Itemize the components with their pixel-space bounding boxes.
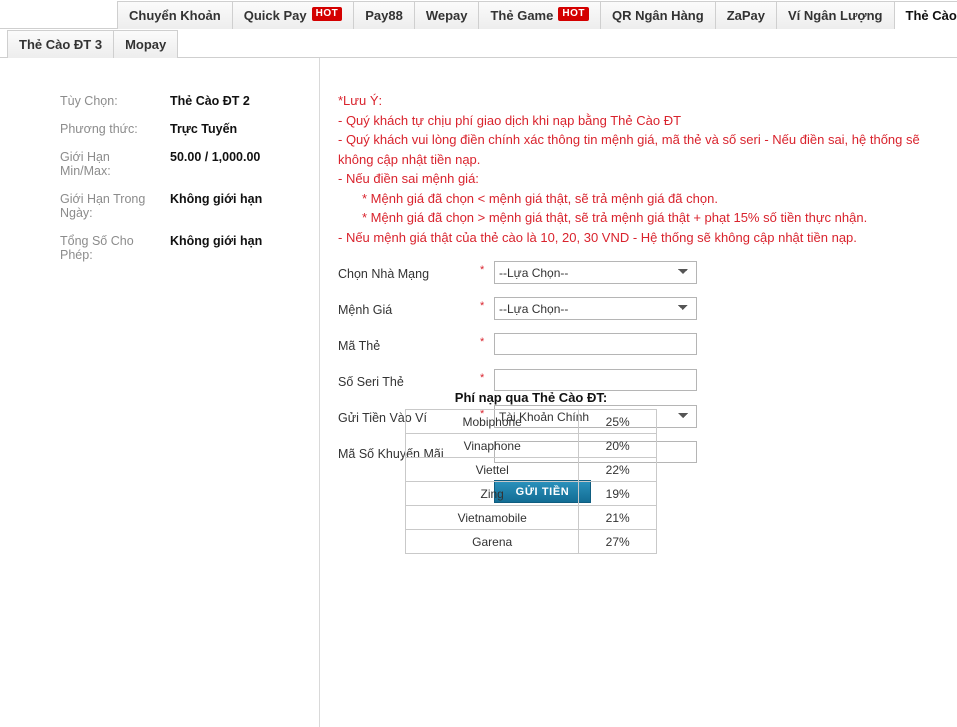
fee-percent: 27% [578,529,657,554]
deposit-form-panel: *Lưu Ý: - Quý khách tự chịu phí giao dịc… [321,58,957,727]
page-root: Chuyển Khoản Quick Pay HOT Pay88 Wepay Thẻ Ga… [0,0,957,727]
fee-table-title: Phí nạp qua Thẻ Cào ĐT: [454,390,608,405]
form-field-label: Chọn Nhà Mạng [338,267,430,281]
denomination-select[interactable]: --Lựa Chọn-- [494,297,697,320]
summary-value: 50.00 / 1,000.00 [170,150,261,164]
tab-label: Thẻ Cào ĐT 3 [19,37,103,52]
tab-pay88[interactable]: Pay88 [353,1,415,29]
tab-zapay[interactable]: ZaPay [714,1,777,29]
fee-table-row: Vietnamobile 21% [404,505,657,530]
option-summary-panel: Tùy Chọn: Thẻ Cào ĐT 2 Phương thức: Trực Tu… [0,58,320,727]
fee-network-name: Vietnamobile [404,505,580,530]
summary-value: Không giới hạn [170,234,263,248]
summary-label: Phương thức: [60,122,138,136]
fee-table-row: Mobiphone 25% [404,409,657,434]
page-content: Tùy Chọn: Thẻ Cào ĐT 2 Phương thức: Trực Tu… [0,58,957,727]
notice-line: - Nếu điền sai mệnh giá: [338,171,479,186]
notice-block: *Lưu Ý: - Quý khách tự chịu phí giao dịc… [338,91,938,247]
card-code-input[interactable] [494,333,697,355]
notice-line: - Nếu mệnh giá thật của thẻ cào là 10, 2… [338,229,857,245]
summary-value: Không giới hạn [170,192,263,206]
tab-label: QR Ngân Hàng [611,8,704,23]
form-field-label: Số Seri Thẻ [338,375,404,389]
tab-label: Thẻ Game [490,8,554,23]
tab-v-ng-n-l-ng[interactable]: Ví Ngân Lượng [776,1,895,29]
summary-row: Giới Hạn Trong Ngày: Không giới hạn [60,188,310,230]
tab-th-game[interactable]: Thẻ Game HOT [478,1,601,29]
summary-row: Phương thức: Trực Tuyến [60,118,310,146]
fee-network-name: Mobiphone [404,409,580,434]
fee-percent: 20% [578,433,657,458]
option-summary-table: Tùy Chọn: Thẻ Cào ĐT 2 Phương thức: Trực Tu… [60,90,310,272]
tab-mopay[interactable]: Mopay [113,30,179,58]
tab-label: Quick Pay [243,8,307,23]
fee-table-row: Zing 19% [404,481,657,506]
fee-percent: 19% [578,481,657,506]
fee-table-row: Viettel 22% [404,457,657,482]
summary-label: Giới Hạn Min/Max: [60,150,111,178]
fee-percent: 22% [578,457,657,482]
required-asterisk-icon: * [480,300,485,312]
summary-row: Giới Hạn Min/Max: 50.00 / 1,000.00 [60,146,310,188]
form-field-label: Mệnh Giá [338,303,393,317]
tab-label: Mopay [125,37,167,52]
form-row: Mệnh Giá * --Lựa Chọn-- [338,294,948,330]
tab-th-c-o-t-3[interactable]: Thẻ Cào ĐT 3 [7,30,115,58]
notice-line: * Mệnh giá đã chọn > mệnh giá thật, sẽ t… [362,210,868,225]
tab-qr-ng-n-h-ng[interactable]: QR Ngân Hàng [599,1,716,29]
tab-label: Ví Ngân Lượng [788,8,883,23]
notice-line: * Mệnh giá đã chọn < mệnh giá thật, sẽ t… [362,190,718,206]
tab-label: ZaPay [726,8,765,23]
fee-table-row: Vinaphone 20% [404,433,657,458]
tab-label: Pay88 [365,8,403,23]
card-serial-input[interactable] [494,369,697,391]
summary-value: Trực Tuyến [170,122,238,136]
summary-row: Tùy Chọn: Thẻ Cào ĐT 2 [60,90,310,118]
summary-row: Tổng Số Cho Phép: Không giới hạn [60,230,310,272]
summary-label: Giới Hạn Trong Ngày: [60,192,146,220]
tab-th-c-o-t-2[interactable]: Thẻ Cào ĐT 2 [893,1,957,29]
form-row: Chọn Nhà Mạng * --Lựa Chọn-- [338,258,948,294]
fee-table-row: Garena 27% [404,529,657,554]
notice-title: *Lưu Ý: [338,93,383,108]
tab-label: Wepay [425,8,468,23]
fee-network-name: Garena [404,529,580,554]
fee-network-name: Zing [404,481,580,506]
tab-wepay[interactable]: Wepay [413,1,480,29]
required-asterisk-icon: * [480,336,485,348]
hot-badge: HOT [558,7,589,21]
notice-line: - Quý khách vui lòng điền chính xác thôn… [338,132,920,167]
network-select[interactable]: --Lựa Chọn-- [494,261,697,284]
form-field-label: Mã Thẻ [338,339,381,353]
summary-value: Thẻ Cào ĐT 2 [170,94,250,108]
fee-section: Phí nạp qua Thẻ Cào ĐT: Mobiphone 25% Vina… [404,390,657,554]
tab-label: Chuyển Khoản [129,8,221,23]
fee-percent: 25% [578,409,657,434]
payment-method-tabs-row-1: Chuyển Khoản Quick Pay HOT Pay88 Wepay Thẻ Ga… [0,0,957,29]
payment-method-tabs-row-2: Thẻ Cào ĐT 3 Mopay [0,29,957,58]
fee-network-name: Vinaphone [404,433,580,458]
required-asterisk-icon: * [480,372,485,384]
form-row: Mã Thẻ * [338,330,948,366]
tab-chuy-n-kho-n[interactable]: Chuyển Khoản [117,1,233,29]
fee-percent: 21% [578,505,657,530]
fee-network-name: Viettel [404,457,580,482]
hot-badge: HOT [311,7,343,21]
notice-line: - Quý khách tự chịu phí giao dịch khi nạ… [338,112,682,128]
fee-table: Mobiphone 25% Vinaphone 20% Viettel 22% Zing 19… [404,409,657,554]
required-asterisk-icon: * [480,264,485,276]
summary-label: Tổng Số Cho Phép: [60,234,134,262]
tab-label: Thẻ Cào ĐT 2 [905,8,957,23]
summary-label: Tùy Chọn: [60,94,118,108]
tab-quick-pay[interactable]: Quick Pay HOT [231,1,355,29]
